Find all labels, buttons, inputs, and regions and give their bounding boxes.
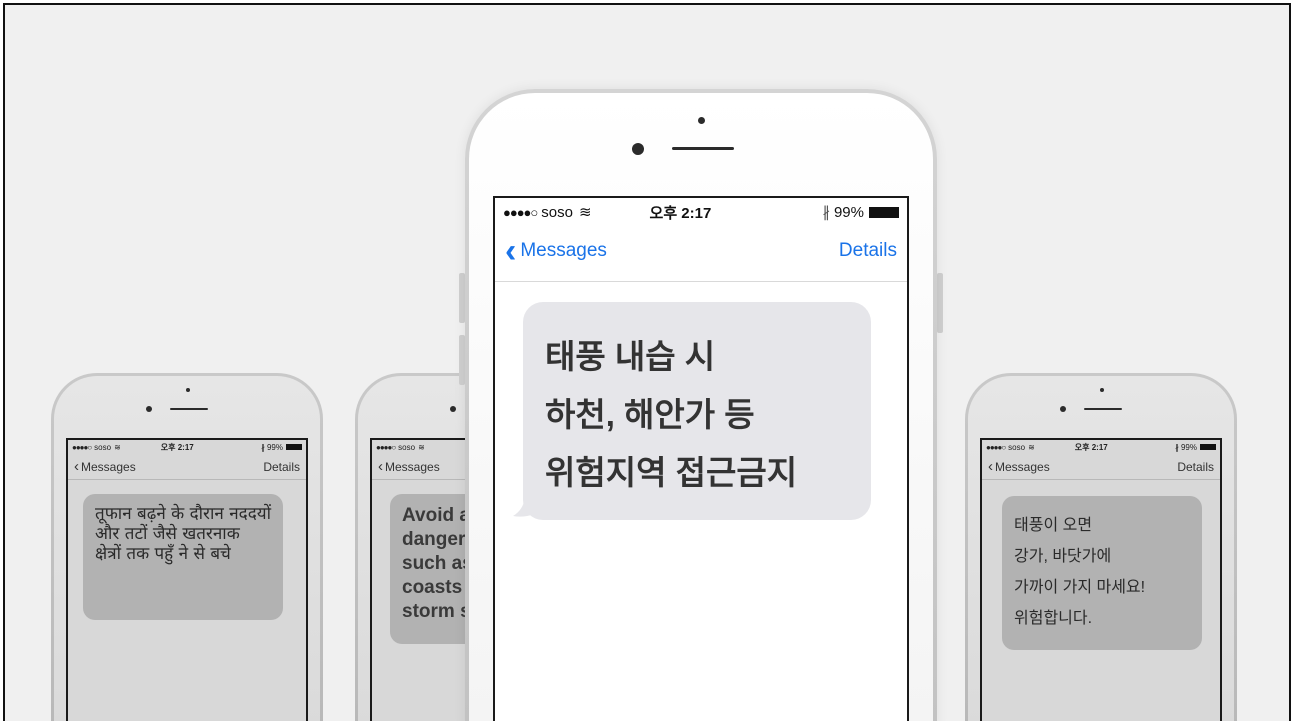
clock-label: 오후 2:17 [649, 204, 712, 222]
bluetooth-icon: ∦ [260, 442, 265, 452]
clock-label: 오후 2:17 [160, 442, 194, 452]
phone-right-screen: ●●●●○ soso ≋ 오후 2:17 ∦ 99% ‹ Messages De… [980, 438, 1222, 721]
details-button[interactable]: Details [1177, 460, 1214, 474]
phone-right: ●●●●○ soso ≋ 오후 2:17 ∦ 99% ‹ Messages De… [965, 373, 1237, 721]
front-camera-icon [146, 406, 152, 412]
chevron-left-icon: ‹ [74, 458, 79, 475]
back-button[interactable]: ‹ Messages [378, 458, 440, 475]
battery-label: 99% [833, 203, 864, 221]
message-line: 위험지역 접근금지 [545, 454, 798, 491]
message-bubble: 태풍이 오면 강가, 바닷가에 가까이 가지 마세요! 위험합니다. [1002, 496, 1202, 650]
speaker-icon [1084, 408, 1122, 410]
bluetooth-icon: ∦ [822, 204, 830, 221]
wifi-icon: ≋ [114, 442, 121, 452]
wifi-icon: ≋ [1028, 442, 1035, 452]
phone-center-body: ●●●●○ soso ≋ 오후 2:17 ∦ 99% ‹ Messages De… [469, 93, 933, 721]
nav-bar: ‹ Messages Details [68, 454, 306, 480]
signal-icon: ●●●●○ [376, 442, 396, 452]
phone-left-screen: ●●●●○ soso ≋ 오후 2:17 ∦ 99% ‹ Messages De… [66, 438, 308, 721]
carrier-label: soso [94, 442, 112, 452]
battery-label: 99% [1180, 442, 1197, 452]
chevron-left-icon: ‹ [505, 231, 517, 270]
canvas: ●●●●○ soso ≋ 오후 2:17 ∦ 99% ‹ Messages De… [3, 3, 1291, 721]
status-bar: ●●●●○ soso ≋ 오후 2:17 ∦ 99% [495, 198, 907, 226]
battery-icon [869, 206, 899, 218]
message-line: 태풍이 오면 [1014, 517, 1093, 534]
front-sensor-icon [186, 388, 190, 392]
phone-right-body: ●●●●○ soso ≋ 오후 2:17 ∦ 99% ‹ Messages De… [968, 376, 1234, 721]
message-line: 위험합니다. [1014, 610, 1093, 627]
front-camera-icon [1060, 406, 1066, 412]
back-button[interactable]: ‹ Messages [988, 458, 1050, 475]
nav-bar: ‹ Messages Details [982, 454, 1220, 480]
front-camera-icon [632, 143, 644, 155]
phone-left-body: ●●●●○ soso ≋ 오후 2:17 ∦ 99% ‹ Messages De… [54, 376, 320, 721]
front-camera-icon [450, 406, 456, 412]
clock-label: 오후 2:17 [1074, 442, 1108, 452]
phone-center: ●●●●○ soso ≋ 오후 2:17 ∦ 99% ‹ Messages De… [465, 89, 937, 721]
status-bar: ●●●●○ soso ≋ 오후 2:17 ∦ 99% [68, 440, 306, 454]
carrier-label: soso [398, 442, 416, 452]
details-button[interactable]: Details [839, 240, 897, 262]
nav-bar: ‹ Messages Details [495, 226, 907, 282]
message-line: 하천, 해안가 등 [545, 396, 755, 433]
battery-icon [286, 444, 302, 450]
message-bubble: 태풍 내습 시 하천, 해안가 등 위험지역 접근금지 [523, 302, 871, 520]
carrier-label: soso [541, 203, 573, 221]
phone-center-screen: ●●●●○ soso ≋ 오후 2:17 ∦ 99% ‹ Messages De… [493, 196, 909, 721]
back-label: Messages [520, 239, 607, 261]
status-bar: ●●●●○ soso ≋ 오후 2:17 ∦ 99% [982, 440, 1220, 454]
back-label: Messages [995, 459, 1050, 474]
speaker-icon [672, 147, 734, 150]
message-bubble: तूफान बढ़ने के दौरान नददयों और तटों जैसे… [83, 494, 283, 620]
back-label: Messages [81, 459, 136, 474]
phone-left: ●●●●○ soso ≋ 오후 2:17 ∦ 99% ‹ Messages De… [51, 373, 323, 721]
signal-icon: ●●●●○ [72, 442, 92, 452]
battery-label: 99% [266, 442, 283, 452]
front-sensor-icon [698, 117, 705, 124]
bluetooth-icon: ∦ [1174, 442, 1179, 452]
battery-icon [1200, 444, 1216, 450]
chevron-left-icon: ‹ [988, 458, 993, 475]
message-line: 강가, 바닷가에 [1014, 548, 1112, 565]
back-button[interactable]: ‹ Messages [74, 458, 136, 475]
signal-icon: ●●●●○ [503, 204, 538, 220]
message-text: तूफान बढ़ने के दौरान नददयों और तटों जैसे… [95, 504, 271, 564]
front-sensor-icon [1100, 388, 1104, 392]
back-label: Messages [385, 459, 440, 474]
power-button [937, 273, 943, 333]
wifi-icon: ≋ [418, 442, 425, 452]
chevron-left-icon: ‹ [378, 458, 383, 475]
wifi-icon: ≋ [578, 204, 592, 221]
message-line: 태풍 내습 시 [545, 338, 716, 375]
message-line: 가까이 가지 마세요! [1014, 579, 1146, 596]
speaker-icon [170, 408, 208, 410]
carrier-label: soso [1008, 442, 1026, 452]
back-button[interactable]: ‹ Messages [505, 231, 607, 270]
details-button[interactable]: Details [263, 460, 300, 474]
signal-icon: ●●●●○ [986, 442, 1006, 452]
